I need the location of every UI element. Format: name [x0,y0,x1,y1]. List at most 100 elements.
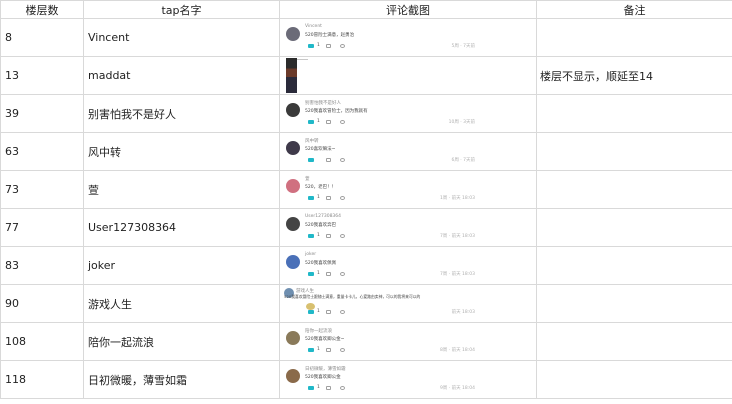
tap-name-cell: 游戏人生 [83,284,280,323]
screenshot-thumbnail [286,58,297,93]
like-count: 1 [317,233,320,238]
like-icon [308,196,314,200]
avatar [286,369,300,383]
table-row: 108 陪你一起流浪 陪你一起流浪 520我喜欢卿公金~ 1 8周 · 前天 18:04 [0,322,732,361]
like-count: 1 [317,309,320,314]
like-icon [308,120,314,124]
like-count: 1 [317,271,320,276]
comment-time: 7周 · 前天 18:03 [439,272,475,277]
comment-icon [326,158,331,162]
like-count: 1 [317,347,320,352]
table-row: 63 风中转 风中转 520喜欢嘛法~ 6周 · 7天前 [0,132,732,171]
comment-icon [326,310,331,314]
table-row: 13 maddat 楼层不显示，顺延至14 [0,56,732,95]
comment-actions: 1 [308,385,378,391]
like-count: 1 [317,119,320,124]
comment-actions: 1 [308,233,378,239]
table-row: 90 游戏人生 游戏人生 520我喜欢冒险士跟随士满意，重量卡卡儿，心爱路由卖神，可以… [0,284,732,323]
share-icon [340,386,345,390]
like-icon [308,272,314,276]
tap-name-cell: maddat [83,56,280,95]
note-cell: 楼层不显示，顺延至14 [536,56,732,95]
comment-icon [326,120,331,124]
header-floor: 楼层数 [0,0,84,19]
like-icon [308,310,314,314]
comment-time: 8周 · 前天 18:04 [439,348,475,353]
table-row: 118 日初微暖，薄雪如霜 日初微暖，薄雪如霜 520我喜欢卿公金 1 9周 · 前天 1… [0,360,732,399]
comment-text: 520我喜欢奔巴 [305,223,337,228]
comment-screenshot: 风中转 520喜欢嘛法~ 6周 · 7天前 [281,134,536,170]
floor-cell: 13 [0,56,84,95]
comment-screenshot-cell: 陪你一起流浪 520我喜欢卿公金~ 1 8周 · 前天 18:04 [279,322,537,361]
comment-text: 520喜欢嘛法~ [305,147,336,152]
floor-cell: 83 [0,246,84,285]
tap-name-cell: 萱 [83,170,280,209]
note-cell [536,246,732,285]
comment-screenshot: 游戏人生 520我喜欢冒险士跟随士满意，重量卡卡儿，心爱路由卖神，可以的我将来可以… [281,286,536,322]
comment-screenshot: joker 520我喜欢佩佩 1 7周 · 前天 18:03 [281,248,536,284]
table-body: 8 Vincent Vincent 520冒险士满意，赵勇治 1 5周 · 7天前 13 ma… [0,18,732,399]
comment-username: 陪你一起流浪 [305,329,332,334]
share-icon [340,310,345,314]
like-count: 1 [317,385,320,390]
comment-screenshot [281,58,536,94]
comment-actions: 1 [308,195,378,201]
tap-name-cell: Vincent [83,18,280,57]
table-row: 8 Vincent Vincent 520冒险士满意，赵勇治 1 5周 · 7天前 [0,18,732,57]
comment-screenshot: 别害怕我不是好人 520我喜欢冒险士，因为我就有 1 10周 · 3天前 [281,96,536,132]
comment-actions: 1 [308,347,378,353]
comment-username: 风中转 [305,139,319,144]
comment-screenshot-cell: 风中转 520喜欢嘛法~ 6周 · 7天前 [279,132,537,171]
comment-time: 7周 · 前天 18:03 [439,234,475,239]
table-row: 83 joker joker 520我喜欢佩佩 1 7周 · 前天 18:03 [0,246,732,285]
comment-screenshot: 日初微暖，薄雪如霜 520我喜欢卿公金 1 9周 · 前天 18:04 [281,362,536,398]
comment-screenshot: User127308364 520我喜欢奔巴 1 7周 · 前天 18:03 [281,210,536,246]
share-icon [340,120,345,124]
note-cell [536,284,732,323]
share-icon [340,158,345,162]
comment-username: 日初微暖，薄雪如霜 [305,367,346,372]
comment-text: 520我喜欢冒险士，因为我就有 [305,109,368,114]
comment-icon [326,44,331,48]
tap-name-cell: User127308364 [83,208,280,247]
comment-time: 6周 · 7天前 [451,158,475,163]
avatar [286,255,300,269]
like-icon [308,234,314,238]
comment-time: 10周 · 3天前 [448,120,475,125]
floor-cell: 77 [0,208,84,247]
submission-table: 楼层数 tap名字 评论截图 备注 8 Vincent Vincent 520冒险士满… [0,0,732,399]
share-icon [340,348,345,352]
header-row: 楼层数 tap名字 评论截图 备注 [0,0,732,19]
comment-username: joker [305,252,317,257]
comment-screenshot: 陪你一起流浪 520我喜欢卿公金~ 1 8周 · 前天 18:04 [281,324,536,360]
comment-screenshot-cell [279,56,537,95]
share-icon [340,272,345,276]
comment-actions: 1 [308,271,378,277]
tap-name-cell: 陪你一起流浪 [83,322,280,361]
comment-screenshot-cell: 别害怕我不是好人 520我喜欢冒险士，因为我就有 1 10周 · 3天前 [279,94,537,133]
tap-name-cell: joker [83,246,280,285]
share-icon [340,196,345,200]
avatar [286,179,300,193]
floor-cell: 73 [0,170,84,209]
note-cell [536,132,732,171]
like-icon [308,348,314,352]
comment-username: Vincent [305,24,322,29]
tap-name-cell: 风中转 [83,132,280,171]
comment-time: 前天 18:03 [451,310,475,315]
comment-screenshot-cell: 游戏人生 520我喜欢冒险士跟随士满意，重量卡卡儿，心爱路由卖神，可以的我将来可以… [279,284,537,323]
avatar [286,141,300,155]
like-count: 1 [317,195,320,200]
comment-text: 520，老巴！！ [305,185,337,190]
comment-time: 9周 · 前天 18:04 [439,386,475,391]
like-icon [308,386,314,390]
comment-actions [308,158,378,163]
table-row: 77 User127308364 User127308364 520我喜欢奔巴 1 7周 … [0,208,732,247]
note-cell [536,360,732,399]
comment-time: 5周 · 7天前 [451,44,475,49]
avatar [286,103,300,117]
comment-screenshot: 萱 520，老巴！！ 1 1周 · 前天 18:03 [281,172,536,208]
note-cell [536,322,732,361]
emoji-sticker [306,303,315,310]
comment-text: 520我喜欢卿公金 [305,375,341,380]
